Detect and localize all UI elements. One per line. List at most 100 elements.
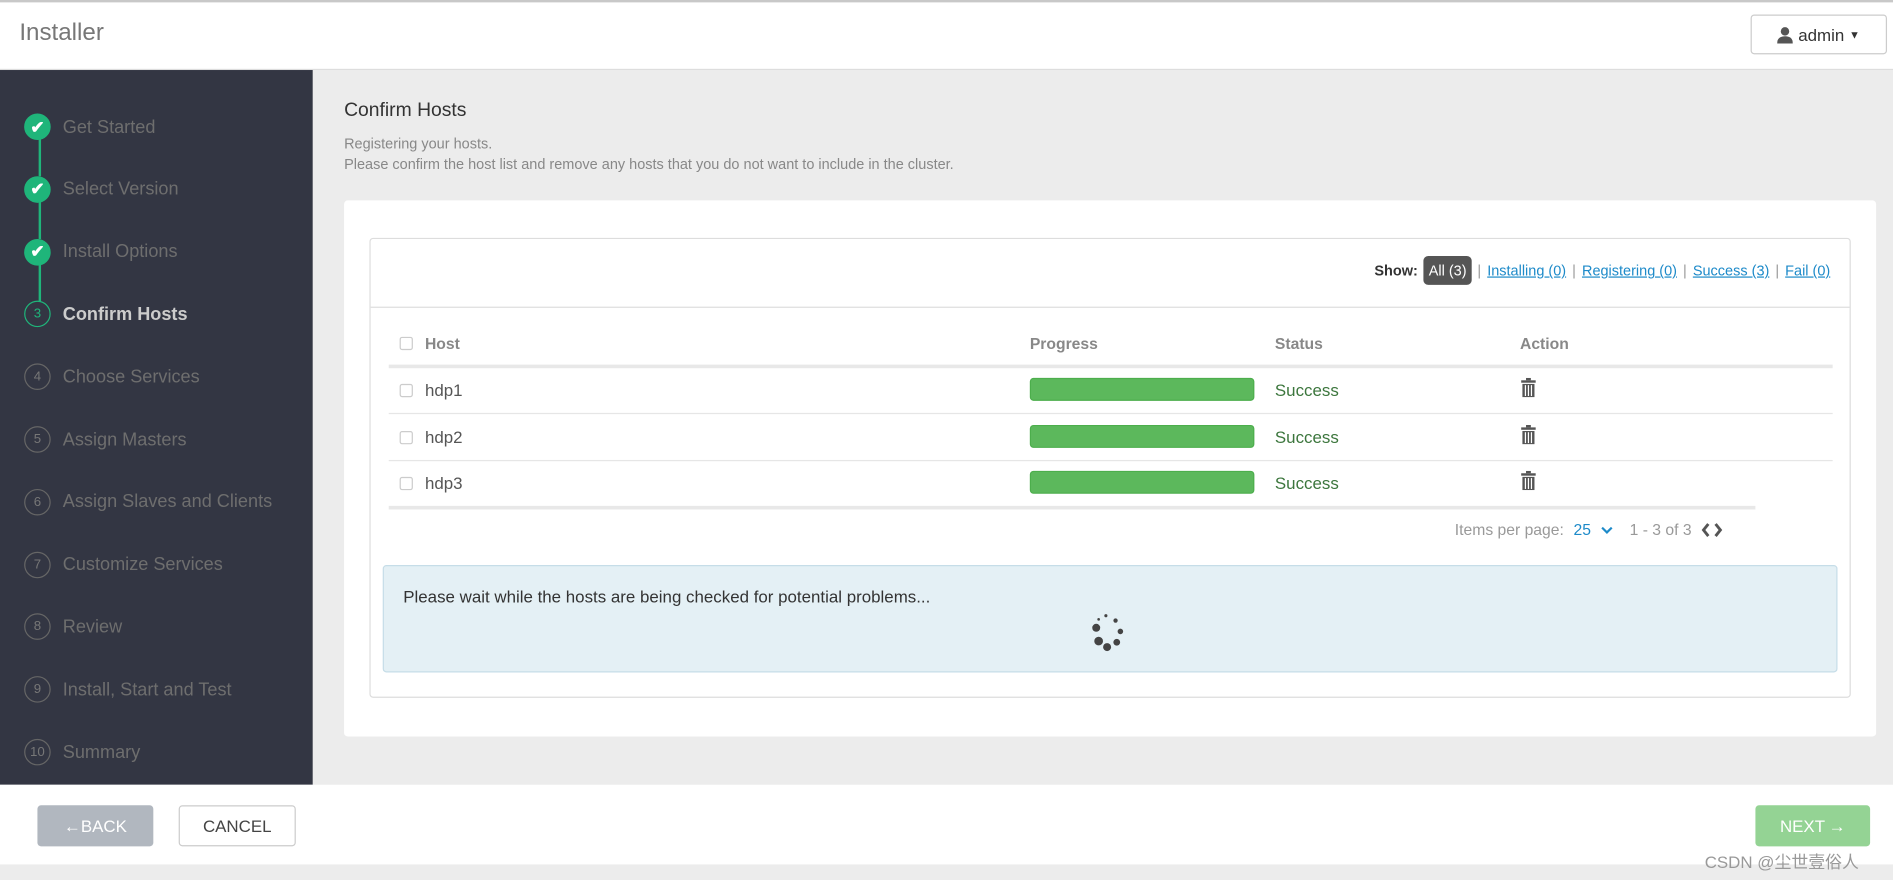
page-title: Confirm Hosts bbox=[344, 100, 467, 121]
next-label: NEXT bbox=[1779, 816, 1826, 836]
filter-installing[interactable]: Installing (0) bbox=[1487, 262, 1566, 279]
items-per-page-select[interactable]: 25 bbox=[1574, 520, 1591, 538]
next-page-icon[interactable] bbox=[1713, 522, 1723, 537]
step-label: Summary bbox=[62, 741, 141, 763]
column-action: Action bbox=[1519, 334, 1569, 353]
step-number: 9 bbox=[24, 676, 51, 703]
row-divider bbox=[388, 412, 1833, 415]
caret-down-icon: ▼ bbox=[1849, 28, 1860, 41]
check-icon: ✔ bbox=[24, 238, 51, 266]
host-checkbox[interactable] bbox=[399, 383, 413, 398]
arrow-left-icon: ← bbox=[63, 816, 81, 836]
step-number: 8 bbox=[24, 613, 51, 641]
host-status: Success bbox=[1274, 473, 1339, 494]
chevron-down-icon[interactable] bbox=[1601, 525, 1613, 535]
host-name: hdp3 bbox=[424, 473, 463, 494]
divider bbox=[370, 306, 1850, 308]
installer-page: Installer admin ▼ ✔ Get Started ✔ Select Ve… bbox=[0, 0, 1893, 880]
check-icon: ✔ bbox=[24, 113, 51, 141]
step-assign-masters: 5 Assign Masters bbox=[24, 424, 187, 455]
cancel-button[interactable]: CANCEL bbox=[178, 805, 296, 847]
progress-bar bbox=[1029, 471, 1255, 495]
step-number: 6 bbox=[24, 488, 51, 516]
step-confirm-hosts: 3 Confirm Hosts bbox=[24, 299, 188, 330]
filter-all[interactable]: All (3) bbox=[1423, 255, 1472, 285]
row-divider bbox=[388, 459, 1833, 461]
step-get-started: ✔ Get Started bbox=[24, 111, 155, 142]
step-install-options: ✔ Install Options bbox=[24, 236, 178, 267]
loading-spinner-icon bbox=[1092, 614, 1124, 652]
step-select-version: ✔ Select Version bbox=[24, 174, 179, 205]
step-label: Assign Masters bbox=[62, 429, 187, 450]
check-icon: ✔ bbox=[24, 176, 51, 203]
column-status: Status bbox=[1274, 334, 1323, 353]
trash-icon[interactable] bbox=[1520, 424, 1537, 444]
filter-registering[interactable]: Registering (0) bbox=[1582, 262, 1677, 279]
trash-icon[interactable] bbox=[1520, 377, 1537, 398]
subtitle-registering: Registering your hosts. bbox=[344, 135, 493, 153]
filter-separator: | bbox=[1683, 261, 1687, 279]
step-install-start-and-test: 9 Install, Start and Test bbox=[24, 674, 232, 705]
step-label: Install Options bbox=[62, 241, 178, 263]
back-button[interactable]: ← BACK bbox=[37, 805, 154, 847]
filter-success[interactable]: Success (3) bbox=[1693, 262, 1769, 279]
items-per-page-label: Items per page: bbox=[1454, 520, 1564, 539]
step-label: Install, Start and Test bbox=[62, 679, 232, 700]
step-label: Assign Slaves and Clients bbox=[62, 491, 273, 513]
step-choose-services: 4 Choose Services bbox=[24, 361, 200, 392]
filter-fail[interactable]: Fail (0) bbox=[1785, 262, 1830, 279]
footer: ← BACK CANCEL NEXT → bbox=[0, 784, 1893, 865]
step-label: Customize Services bbox=[62, 554, 223, 575]
progress-fill bbox=[1029, 471, 1255, 495]
step-number: 7 bbox=[24, 551, 51, 578]
header-divider bbox=[388, 364, 1833, 369]
watermark: CSDN @尘世壹俗人 bbox=[1704, 852, 1859, 872]
step-number: 10 bbox=[24, 738, 51, 766]
step-summary: 10 Summary bbox=[24, 736, 140, 767]
filter-label: Show: bbox=[1374, 261, 1418, 279]
header: Installer bbox=[0, 2, 1893, 71]
back-label: BACK bbox=[80, 816, 127, 836]
status-filters: Show: All (3) | Installing (0) | Registe… bbox=[1374, 255, 1830, 285]
column-progress: Progress bbox=[1029, 334, 1098, 353]
step-number: 5 bbox=[24, 426, 51, 453]
progress-bar bbox=[1029, 424, 1255, 448]
step-review: 8 Review bbox=[24, 611, 122, 642]
filter-separator: | bbox=[1477, 261, 1482, 279]
app-title: Installer bbox=[19, 19, 104, 46]
host-name: hdp1 bbox=[424, 380, 463, 400]
progress-fill bbox=[1029, 377, 1255, 401]
subtitle-instructions: Please confirm the host list and remove … bbox=[344, 155, 954, 173]
step-label: Confirm Hosts bbox=[62, 304, 188, 325]
arrow-right-icon: → bbox=[1828, 816, 1846, 836]
step-assign-slaves-and-clients: 6 Assign Slaves and Clients bbox=[24, 486, 272, 517]
step-label: Review bbox=[62, 616, 123, 638]
prev-page-icon[interactable] bbox=[1701, 522, 1711, 537]
progress-bar bbox=[1029, 377, 1255, 401]
user-menu-button[interactable]: admin ▼ bbox=[1750, 14, 1888, 55]
host-status: Success bbox=[1274, 427, 1339, 447]
select-all-checkbox[interactable] bbox=[399, 336, 413, 351]
user-icon bbox=[1777, 26, 1794, 43]
filter-separator: | bbox=[1572, 261, 1576, 279]
table-bottom-divider bbox=[388, 505, 1756, 510]
step-customize-services: 7 Customize Services bbox=[24, 549, 223, 580]
step-number: 3 bbox=[24, 301, 51, 328]
column-host: Host bbox=[424, 334, 460, 353]
next-button[interactable]: NEXT → bbox=[1755, 805, 1871, 847]
host-name: hdp2 bbox=[424, 427, 463, 447]
host-checkbox[interactable] bbox=[399, 430, 413, 444]
pagination: Items per page: 25 1 - 3 of 3 bbox=[1455, 520, 1723, 538]
step-label: Choose Services bbox=[62, 366, 200, 388]
progress-fill bbox=[1029, 424, 1255, 448]
step-label: Select Version bbox=[62, 179, 179, 200]
alert-message: Please wait while the hosts are being ch… bbox=[403, 586, 931, 607]
step-label: Get Started bbox=[62, 116, 156, 138]
page-range: 1 - 3 of 3 bbox=[1629, 520, 1692, 539]
user-name: admin bbox=[1798, 24, 1845, 45]
host-status: Success bbox=[1274, 380, 1339, 400]
trash-icon[interactable] bbox=[1520, 471, 1537, 491]
step-number: 4 bbox=[24, 363, 51, 391]
host-checkbox[interactable] bbox=[399, 477, 413, 491]
wizard-steps-sidebar: ✔ Get Started ✔ Select Version ✔ Install Opti… bbox=[0, 70, 313, 785]
